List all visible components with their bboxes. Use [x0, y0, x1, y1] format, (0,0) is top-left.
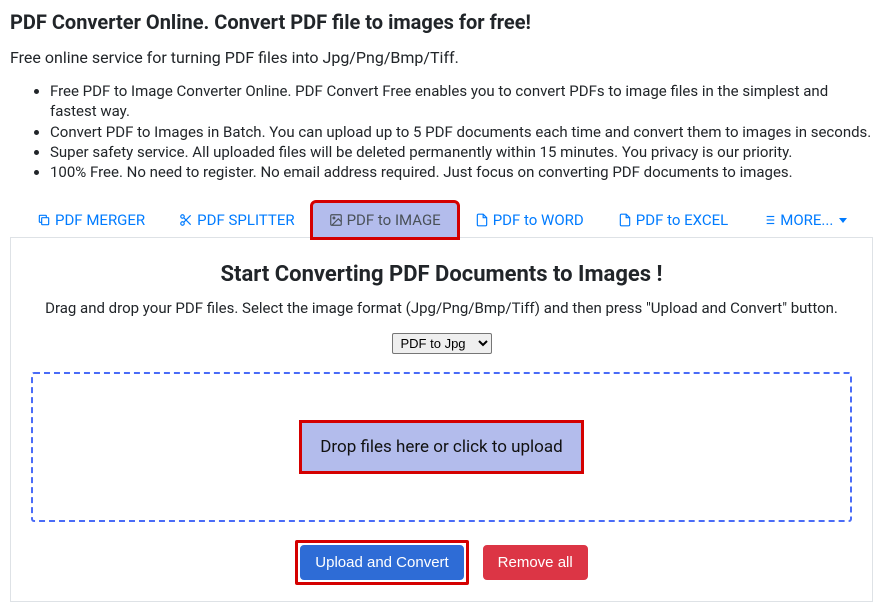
- scissors-icon: [179, 213, 193, 227]
- feature-item: 100% Free. No need to register. No email…: [50, 162, 873, 182]
- upload-and-convert-button[interactable]: Upload and Convert: [300, 545, 463, 580]
- tab-label: MORE...: [780, 211, 833, 229]
- tab-pdf-splitter[interactable]: PDF SPLITTER: [162, 202, 311, 238]
- dropzone-label[interactable]: Drop files here or click to upload: [299, 420, 583, 474]
- feature-item: Free PDF to Image Converter Online. PDF …: [50, 81, 873, 122]
- image-icon: [329, 213, 343, 227]
- tab-pdf-to-word[interactable]: PDF to WORD: [458, 202, 601, 238]
- file-excel-icon: [618, 213, 632, 227]
- remove-all-button[interactable]: Remove all: [483, 545, 588, 580]
- tab-pdf-to-image[interactable]: PDF to IMAGE: [312, 202, 458, 238]
- dropzone[interactable]: Drop files here or click to upload: [31, 372, 852, 522]
- button-row: Upload and Convert Remove all: [31, 540, 852, 585]
- panel-description: Drag and drop your PDF files. Select the…: [31, 299, 852, 317]
- tab-bar: PDF MERGER PDF SPLITTER PDF to IMAGE PDF…: [10, 202, 873, 238]
- upload-button-highlight: Upload and Convert: [295, 540, 468, 585]
- chevron-down-icon: [839, 218, 847, 223]
- copy-icon: [37, 213, 51, 227]
- converter-panel: Start Converting PDF Documents to Images…: [10, 237, 873, 602]
- page-subtitle: Free online service for turning PDF file…: [10, 48, 873, 67]
- feature-list: Free PDF to Image Converter Online. PDF …: [10, 81, 873, 182]
- tab-label: PDF to EXCEL: [636, 211, 728, 229]
- feature-item: Convert PDF to Images in Batch. You can …: [50, 122, 873, 142]
- file-word-icon: [475, 213, 489, 227]
- tab-pdf-merger[interactable]: PDF MERGER: [20, 202, 162, 238]
- tab-label: PDF to IMAGE: [347, 211, 441, 229]
- tab-label: PDF MERGER: [55, 211, 145, 229]
- tab-pdf-to-excel[interactable]: PDF to EXCEL: [601, 202, 745, 238]
- page-title: PDF Converter Online. Convert PDF file t…: [10, 10, 873, 34]
- tab-label: PDF to WORD: [493, 211, 584, 229]
- tab-label: PDF SPLITTER: [197, 211, 294, 229]
- panel-heading: Start Converting PDF Documents to Images…: [31, 262, 852, 287]
- list-icon: [762, 213, 776, 227]
- tab-more[interactable]: MORE...: [745, 202, 864, 238]
- format-select[interactable]: PDF to Jpg: [392, 333, 492, 354]
- feature-item: Super safety service. All uploaded files…: [50, 142, 873, 162]
